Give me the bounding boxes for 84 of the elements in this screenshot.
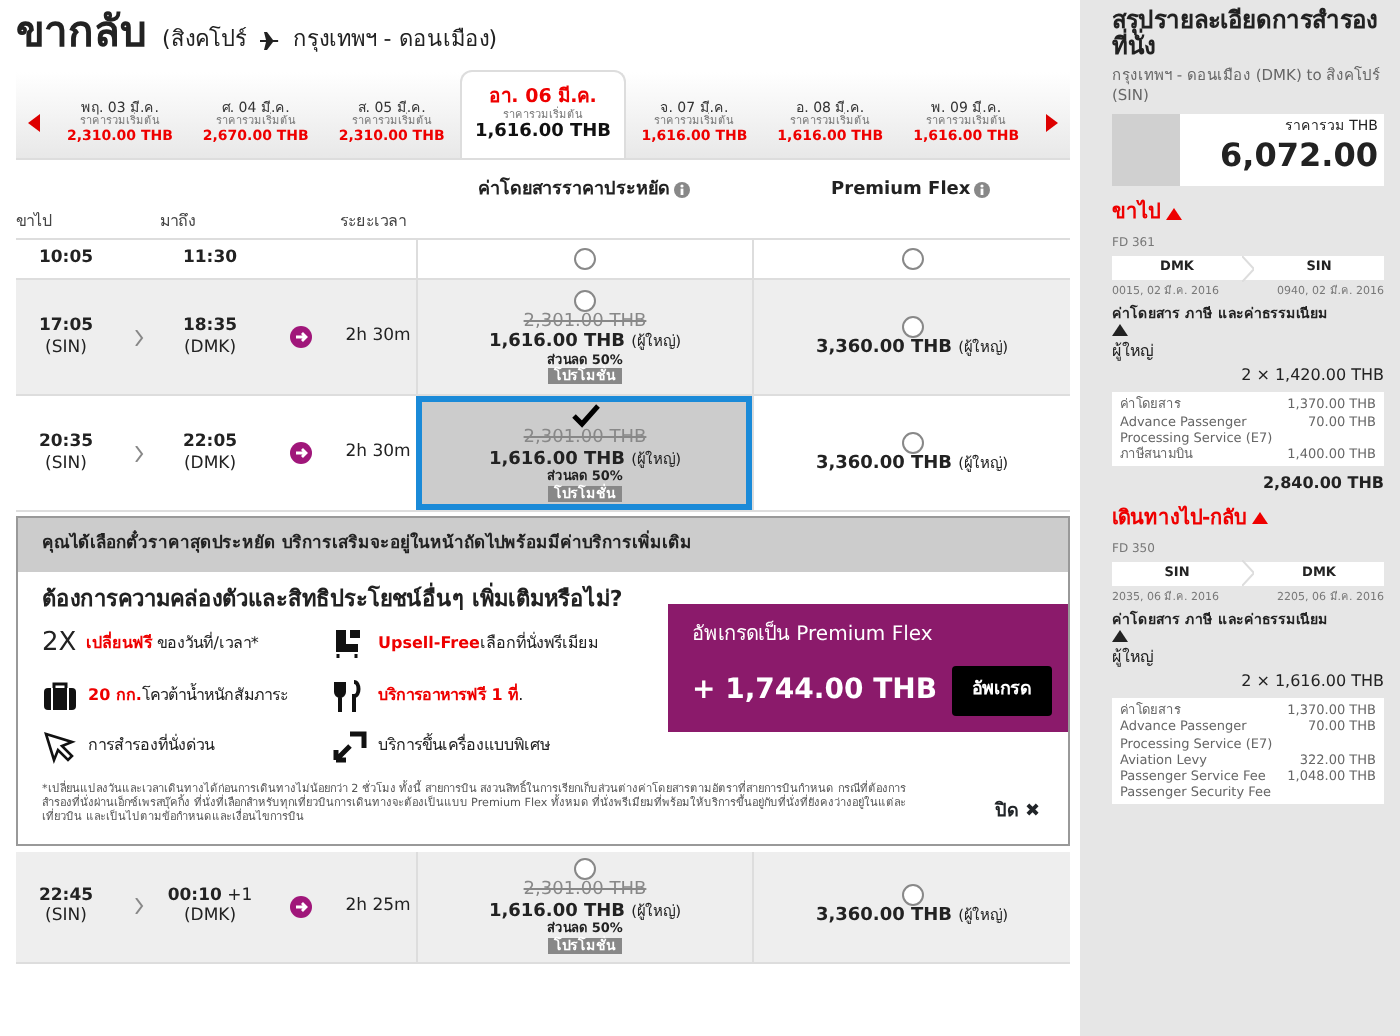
column-header: ระยะเวลา [340, 209, 408, 233]
airport-code: (DMK) [181, 337, 239, 358]
radio-button[interactable] [574, 289, 596, 312]
chevron-divider-icon [1242, 560, 1254, 587]
benefit-text: บริการขึ้นเครื่องแบบพิเศษ [378, 734, 550, 759]
airport-code: (SIN) [43, 453, 89, 474]
passenger-total: 2 × 1,420.00 THB [1239, 364, 1384, 389]
flex-price: 3,360.00 THB [815, 337, 955, 358]
flight-duration: 2h 30m [345, 442, 411, 463]
notice-header: คุณได้เลือกตั๋วราคาสุดประหยัด บริการเสริมจะอยู่ในหน้าถัดไปพร้อมมีค่าบริการเพิ่มเติม [18, 518, 1068, 572]
benefit-text: 20 กก.โควต้าน้ำหนักสัมภาระ [88, 684, 288, 709]
airport-code: (SIN) [43, 337, 89, 358]
leg-subtotal: 2,840.00 THB [1260, 471, 1384, 496]
collapse-triangle-icon[interactable] [1112, 324, 1128, 337]
flight-duration: 2h 25m [345, 895, 411, 916]
passenger-total: 2 × 1,616.00 THB [1239, 670, 1384, 695]
chevron-icon [133, 445, 143, 461]
chevron-icon [133, 898, 143, 915]
passenger-label: ผู้ใหญ่ [1112, 340, 1156, 365]
flight-details-icon[interactable] [289, 895, 311, 918]
benefit-text: การสำรองที่นั่งด่วน [88, 734, 214, 759]
arrival-time: 00:10 [167, 885, 222, 906]
radio-button[interactable] [574, 858, 596, 881]
upgrade-label: อัพเกรดเป็น Premium Flex [692, 619, 935, 650]
checkmark-icon [571, 404, 599, 429]
flex-price: 3,360.00 THB [815, 906, 955, 927]
info-icon[interactable] [974, 182, 991, 199]
fare-column-header: Premium Flex [831, 177, 971, 203]
leg-title[interactable]: ขาไป [1112, 198, 1160, 229]
collapse-triangle-icon[interactable] [1112, 630, 1128, 643]
benefit-text: Upsell-Freeเลือกที่นั่งพรีเมียม [378, 632, 598, 656]
original-price: 2,301.00 THB [523, 428, 647, 449]
column-header: มาถึง [160, 209, 198, 233]
airport-code: (DMK) [181, 453, 239, 474]
radio-button[interactable] [574, 248, 596, 270]
fare-column-header: ค่าโดยสารราคาประหยัด [477, 177, 670, 203]
page-title: ขากลับ [16, 8, 146, 59]
radio-button[interactable] [901, 248, 923, 270]
benefit-text: บริการอาหารฟรี 1 ที่. [378, 684, 524, 709]
departure-time: 20:35 [36, 432, 96, 453]
chevron-icon [133, 329, 143, 345]
upsell-question: ต้องการความคล่องตัวและสิทธิประโยชน์อื่นๆ เพิ่มเติมหรือไม่? [42, 583, 625, 616]
airport-code: (SIN) [43, 906, 89, 927]
total-amount: 6,072.00 [1218, 137, 1378, 173]
departure-time: 22:45 [36, 885, 96, 907]
diagonal-arrows-icon [332, 729, 368, 764]
arrival-time: 22:05 [182, 432, 238, 453]
column-header: ขาไป [16, 209, 54, 233]
leg-title[interactable]: เดินทางไป-กลับ [1112, 503, 1247, 534]
upgrade-price: + 1,744.00 THB [692, 672, 937, 710]
radio-button[interactable] [901, 431, 923, 454]
arrival-time: 18:35 [182, 316, 238, 337]
chevron-divider-icon [1242, 255, 1254, 282]
flex-price: 3,360.00 THB [815, 453, 955, 474]
benefit-text: เปลี่ยนฟรี ของวันที่/เวลา* [86, 632, 259, 656]
blank-panel [1112, 114, 1180, 187]
passenger-label: ผู้ใหญ่ [1112, 646, 1156, 671]
info-icon[interactable] [674, 182, 691, 199]
flight-details-icon[interactable] [289, 326, 311, 348]
close-button[interactable]: ปิด ✖ [994, 800, 1040, 828]
original-price: 2,301.00 THB [523, 880, 647, 901]
radio-button[interactable] [901, 884, 923, 907]
suitcase-icon [42, 679, 78, 714]
departure-time: 10:05 [36, 248, 96, 270]
route-destination: กรุงเทพฯ - ดอนเมือง) [292, 24, 498, 56]
upgrade-button[interactable]: อัพเกรด [952, 665, 1052, 717]
original-price: 2,301.00 THB [523, 311, 647, 332]
fare-price: 1,616.00 THB [488, 449, 628, 470]
fare-price: 1,616.00 THB [488, 332, 628, 353]
multiplier-label: 2X [42, 626, 77, 663]
arrival-time: 11:30 [182, 248, 238, 269]
departure-time: 17:05 [36, 316, 96, 337]
airport-code: (DMK) [181, 906, 239, 927]
next-day-note: +1 [225, 885, 253, 906]
plane-icon [258, 29, 281, 52]
cursor-icon [42, 729, 78, 764]
radio-button[interactable] [901, 315, 923, 338]
route-origin: (สิงคโปร์ [162, 24, 247, 56]
left-triangle-icon [28, 113, 40, 131]
flight-details-icon[interactable] [289, 442, 311, 464]
summary-title: สรุปรายละเอียดการสำรองที่นั่ง [1112, 8, 1380, 61]
fare-price: 1,616.00 THB [488, 901, 628, 922]
right-triangle-icon [1046, 113, 1059, 131]
flight-duration: 2h 30m [345, 326, 411, 347]
